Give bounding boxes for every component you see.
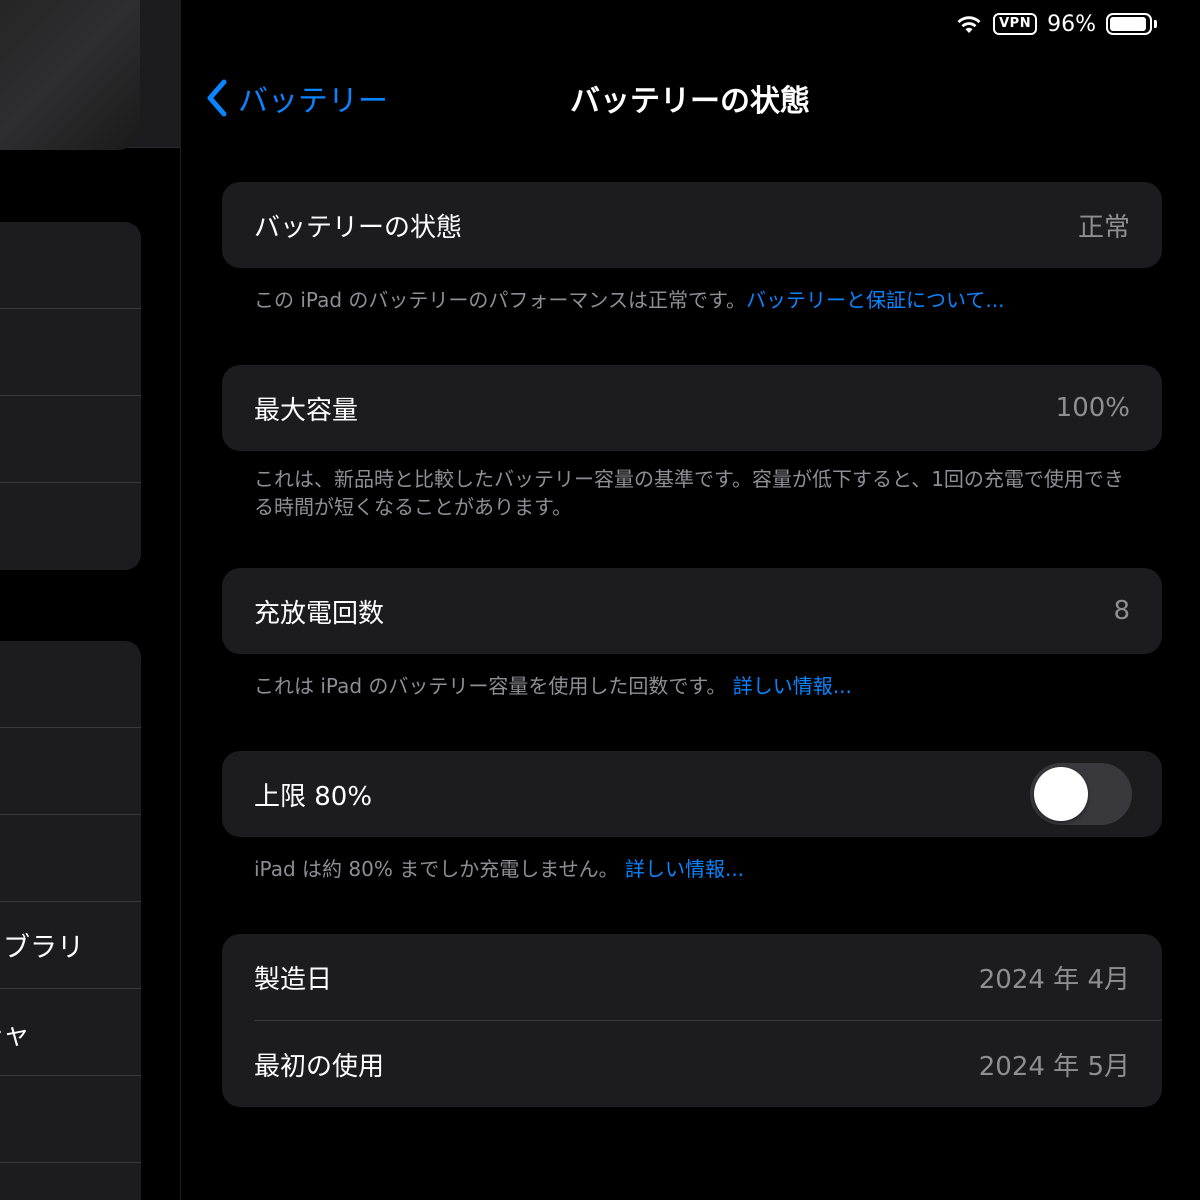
battery-health-label: バッテリーの状態	[254, 212, 463, 243]
cycle-count-card: 充放電回数 8	[222, 568, 1162, 654]
manufacture-date-value: 2024 年 4月	[978, 964, 1130, 995]
limit-80-label: 上限 80%	[254, 781, 373, 812]
manufacture-date-label: 製造日	[254, 964, 333, 995]
sidebar-item[interactable]	[0, 396, 141, 483]
first-use-value: 2024 年 5月	[978, 1051, 1130, 1082]
vpn-badge: VPN	[993, 13, 1038, 35]
sidebar-item-capture[interactable]: チャ	[0, 989, 141, 1076]
first-use-label: 最初の使用	[254, 1051, 385, 1082]
sidebar: イブラリ チャ	[0, 0, 181, 1200]
cycle-count-label: 充放電回数	[254, 598, 385, 629]
max-capacity-label: 最大容量	[254, 395, 359, 426]
cycle-count-row: 充放電回数 8	[222, 568, 1162, 654]
status-bar: VPN 96%	[955, 6, 1157, 42]
first-use-row: 最初の使用 2024 年 5月	[222, 1021, 1162, 1107]
max-capacity-row: 最大容量 100%	[222, 365, 1162, 451]
sidebar-profile-card[interactable]	[0, 0, 140, 150]
sidebar-item[interactable]	[0, 222, 141, 309]
limit-more-info-link[interactable]: 詳しい情報...	[625, 857, 744, 881]
chevron-left-icon	[206, 79, 228, 117]
sidebar-group-1	[0, 222, 141, 570]
battery-health-card: バッテリーの状態 正常	[222, 182, 1162, 268]
battery-icon	[1106, 13, 1157, 35]
page-title: バッテリーの状態	[570, 84, 810, 119]
sidebar-item[interactable]	[0, 641, 141, 728]
battery-percentage: 96%	[1047, 11, 1096, 37]
limit-80-card: 上限 80%	[222, 751, 1162, 837]
dates-card: 製造日 2024 年 4月 最初の使用 2024 年 5月	[222, 934, 1162, 1107]
cycle-count-footnote: これは iPad のバッテリー容量を使用した回数です。 詳しい情報...	[254, 674, 852, 698]
wifi-icon	[955, 13, 983, 35]
sidebar-item[interactable]	[0, 1163, 141, 1200]
cycle-count-more-info-link[interactable]: 詳しい情報...	[733, 674, 852, 698]
battery-health-value: 正常	[1077, 212, 1130, 243]
max-capacity-card: 最大容量 100%	[222, 365, 1162, 451]
max-capacity-value: 100%	[1055, 393, 1130, 423]
battery-health-footnote: この iPad のバッテリーのパフォーマンスは正常です。バッテリーと保証について…	[254, 288, 1005, 312]
manufacture-date-row: 製造日 2024 年 4月	[222, 934, 1162, 1020]
sidebar-group-2: イブラリ チャ	[0, 641, 141, 1200]
battery-health-row: バッテリーの状態 正常	[222, 182, 1162, 268]
sidebar-header	[0, 0, 180, 150]
sidebar-item[interactable]	[0, 1076, 141, 1163]
back-label: バッテリー	[238, 84, 388, 119]
sidebar-item[interactable]	[0, 483, 141, 570]
limit-80-row: 上限 80%	[222, 751, 1162, 837]
cycle-count-value: 8	[1113, 596, 1130, 626]
toggle-knob	[1034, 767, 1088, 821]
sidebar-item-library[interactable]: イブラリ	[0, 902, 141, 989]
back-button[interactable]: バッテリー	[206, 76, 388, 120]
limit-80-footnote: iPad は約 80% までしか充電しません。 詳しい情報...	[254, 857, 745, 881]
battery-warranty-link[interactable]: バッテリーと保証について...	[746, 288, 1004, 312]
max-capacity-footnote: これは、新品時と比較したバッテリー容量の基準です。容量が低下すると、1回の充電で…	[254, 467, 1124, 519]
sidebar-item[interactable]	[0, 728, 141, 815]
limit-80-toggle[interactable]	[1030, 763, 1132, 825]
sidebar-item[interactable]	[0, 815, 141, 902]
sidebar-item[interactable]	[0, 309, 141, 396]
